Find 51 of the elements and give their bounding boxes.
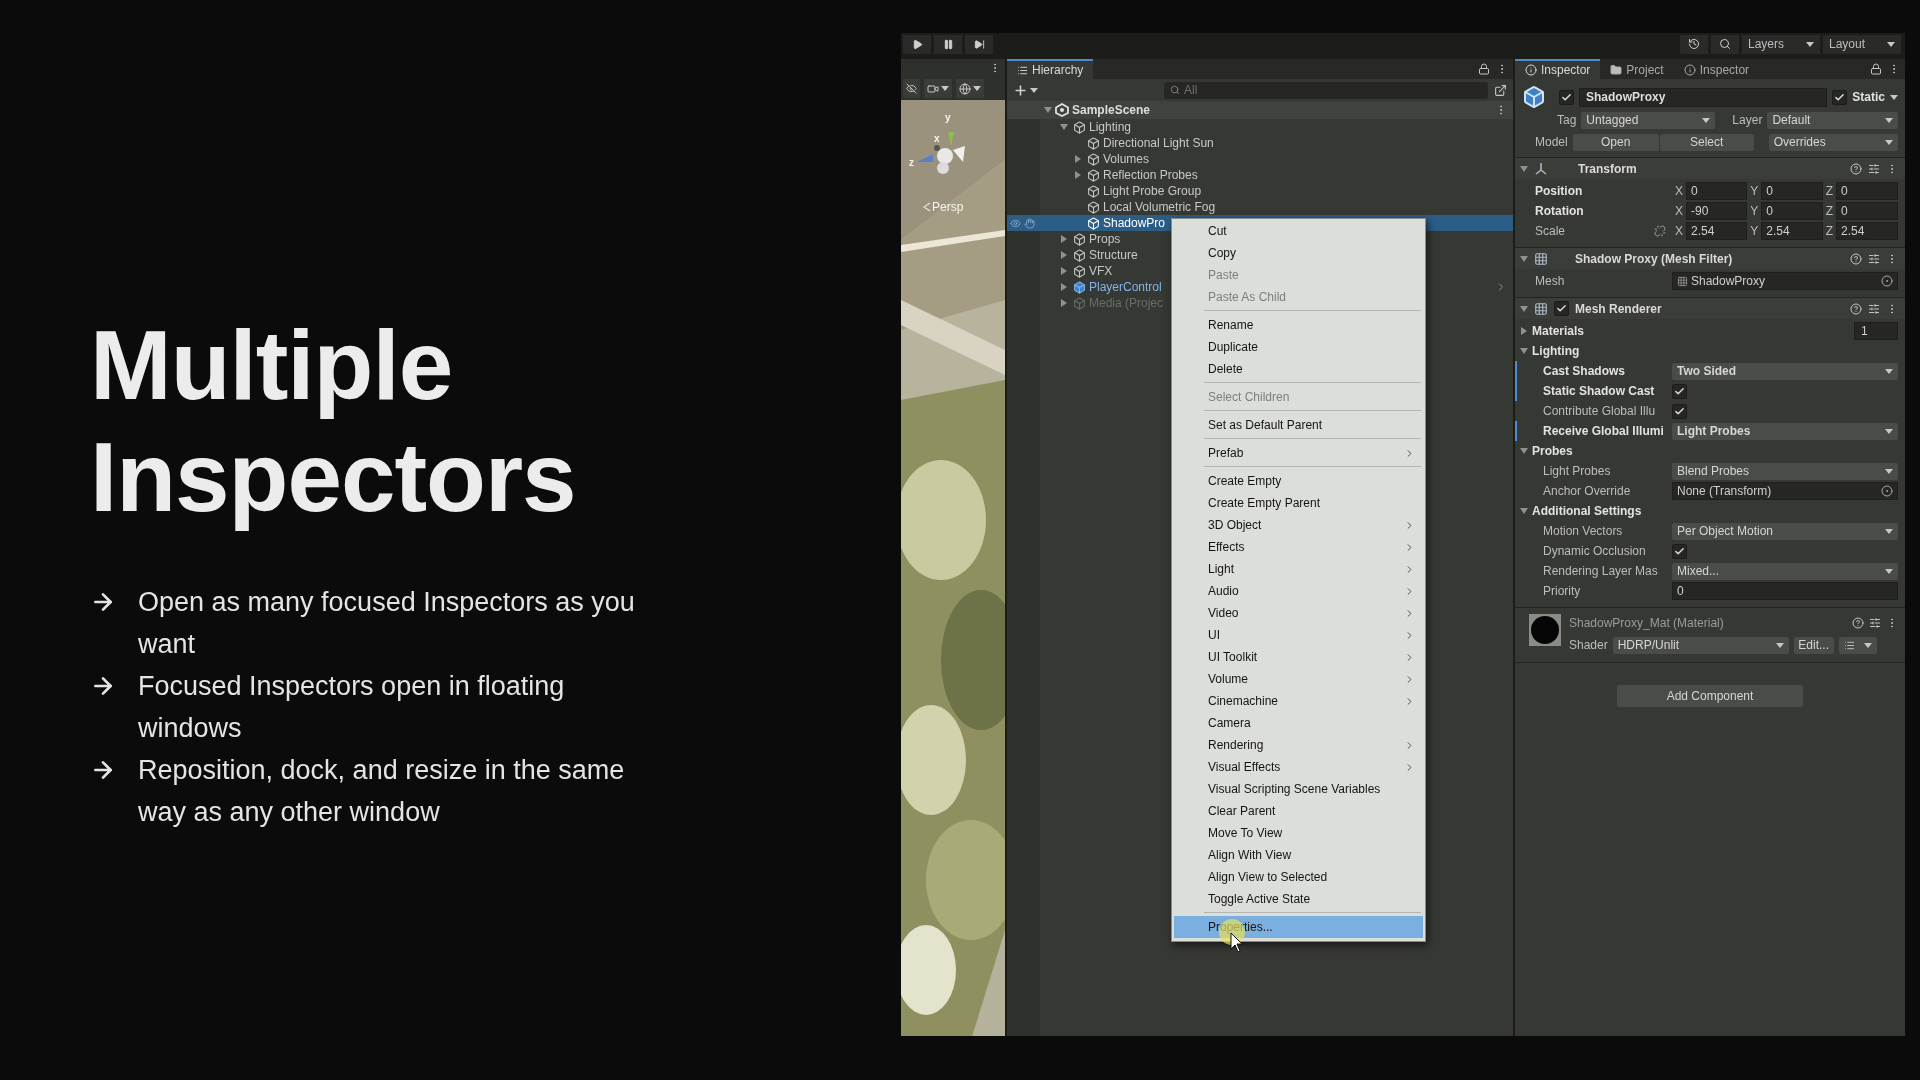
hierarchy-item-label: ShadowPro xyxy=(1103,216,1166,230)
property-label: Position xyxy=(1535,184,1583,198)
axis-label: Y xyxy=(1750,204,1759,218)
hierarchy-item-label: Lighting xyxy=(1089,120,1132,134)
hierarchy-item-label: Structure xyxy=(1089,248,1138,262)
axis-label: X xyxy=(1675,184,1683,198)
hierarchy-item-label: Local Volumetric Fog xyxy=(1103,200,1216,214)
axis-label: z xyxy=(909,157,914,168)
axis-label: Z xyxy=(1825,204,1833,218)
component-title: Mesh Renderer xyxy=(1575,301,1663,316)
property-label: Static Shadow Cast xyxy=(1543,384,1655,398)
property-label: Contribute Global Illu xyxy=(1543,404,1656,418)
bullet-text: Focused Inspectors open in floating windows xyxy=(138,670,566,745)
scene-name: SampleScene xyxy=(1072,103,1152,117)
property-label: Receive Global Illumi xyxy=(1543,424,1664,438)
axis-label: Y xyxy=(1750,224,1759,238)
axis-label: Z xyxy=(1825,224,1833,238)
property-label: Rendering Layer Mas xyxy=(1543,564,1658,578)
hierarchy-item-label: Directional Light Sun xyxy=(1103,136,1214,150)
property-label: Mesh xyxy=(1535,274,1565,288)
layer-label: Layer xyxy=(1732,113,1763,127)
hierarchy-item-label: Reflection Probes xyxy=(1103,168,1198,182)
tag-label: Tag xyxy=(1557,113,1577,127)
hierarchy-item-label: Props xyxy=(1089,232,1121,246)
property-label: Scale xyxy=(1535,224,1566,238)
model-label: Model xyxy=(1535,135,1568,149)
bullet-text: Open as many focused Inspectors as you want xyxy=(138,586,636,661)
hierarchy-item-label: Volumes xyxy=(1103,152,1150,166)
static-label: Static xyxy=(1852,90,1885,104)
property-label: Rotation xyxy=(1535,204,1584,218)
axis-label: Y xyxy=(1750,184,1759,198)
axis-label: X xyxy=(1675,204,1683,218)
axis-label: X xyxy=(1675,224,1683,238)
slide-title: Multiple Inspectors xyxy=(90,309,577,533)
property-label: Cast Shadows xyxy=(1543,364,1626,378)
hierarchy-item-label: Light Probe Group xyxy=(1103,184,1202,198)
component-title: Transform xyxy=(1577,161,1638,176)
property-label: Light Probes xyxy=(1543,464,1611,478)
hierarchy-item-label: VFX xyxy=(1089,264,1113,278)
property-label: Dynamic Occlusion xyxy=(1543,544,1646,558)
shader-label: Shader xyxy=(1569,638,1608,652)
material-title: ShadowProxy_Mat (Material) xyxy=(1569,616,1725,630)
property-label: Motion Vectors xyxy=(1543,524,1623,538)
property-label: Priority xyxy=(1543,584,1581,598)
axis-label: Z xyxy=(1825,184,1833,198)
hierarchy-item-label: PlayerControl xyxy=(1089,280,1162,294)
axis-label: y xyxy=(945,112,951,123)
component-title: Shadow Proxy (Mesh Filter) xyxy=(1575,251,1734,266)
axis-label: x xyxy=(934,133,940,144)
bullet-text: Reposition, dock, and resize in the same way as any other window xyxy=(138,754,626,829)
property-label: Anchor Override xyxy=(1543,484,1631,498)
